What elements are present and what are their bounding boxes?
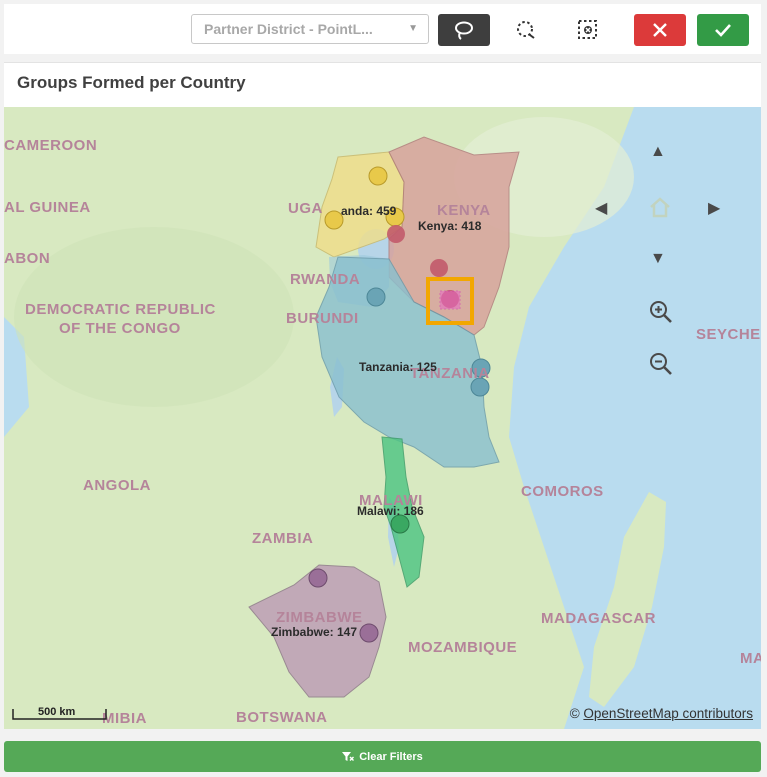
copyright-symbol: © <box>569 706 580 721</box>
country-label-madagascar: MADAGASCAR <box>541 610 656 627</box>
lasso-icon <box>455 21 473 40</box>
home-button[interactable] <box>648 196 672 223</box>
clear-selection-button[interactable] <box>562 14 614 46</box>
pan-right-button[interactable]: ▶ <box>708 198 720 218</box>
country-label-rwanda: RWANDA <box>290 271 361 288</box>
field-select-dropdown[interactable]: Partner District - PointL... ▼ <box>191 14 429 44</box>
zoom-out-button[interactable] <box>648 351 674 382</box>
data-label-uganda: anda: 459 <box>341 204 397 218</box>
country-label-botswana: BOTSWANA <box>236 709 328 726</box>
chevron-down-icon: ▼ <box>408 23 418 34</box>
osm-attribution-link[interactable]: OpenStreetMap contributors <box>583 706 753 721</box>
scale-bar: 500 km <box>12 706 107 721</box>
country-label-angola: ANGOLA <box>83 477 151 494</box>
home-icon <box>650 197 670 218</box>
pan-left-button[interactable]: ◀ <box>595 198 607 218</box>
pan-up-button[interactable]: ▲ <box>650 143 666 161</box>
lasso-select-button[interactable] <box>438 14 490 46</box>
country-label-kenya: KENYA <box>437 202 491 219</box>
data-label-malawi: Malawi: 186 <box>357 504 424 518</box>
country-label-guinea: AL GUINEA <box>4 199 91 216</box>
country-label-cameroon: CAMEROON <box>4 137 98 154</box>
country-label-zambia: ZAMBIA <box>252 530 314 547</box>
country-label-comoros: COMOROS <box>521 483 604 500</box>
dotted-circle-icon <box>517 21 535 39</box>
confirm-button[interactable] <box>697 14 749 46</box>
country-label-mozambique: MOZAMBIQUE <box>408 639 518 656</box>
checkmark-icon <box>715 24 731 37</box>
close-icon <box>653 23 667 37</box>
filter-clear-icon <box>342 751 355 761</box>
data-label-kenya: Kenya: 418 <box>418 219 482 233</box>
country-label-namibia: MIBIA <box>102 710 147 727</box>
pan-down-button[interactable]: ▼ <box>650 250 666 268</box>
country-label-uganda: UGA <box>288 200 323 217</box>
selection-toolbar: Partner District - PointL... ▼ <box>4 4 761 54</box>
country-label-seychelles: SEYCHE <box>696 326 761 343</box>
country-label-zimbabwe: ZIMBABWE <box>276 609 363 626</box>
clear-filters-button[interactable]: Clear Filters <box>4 741 761 772</box>
zoom-in-icon <box>650 301 672 323</box>
map-attribution: © OpenStreetMap contributors <box>570 706 753 721</box>
data-label-zimbabwe: Zimbabwe: 147 <box>271 625 358 639</box>
map-viewport[interactable]: CAMEROON AL GUINEA ABON DEMOCRATIC REPUB… <box>4 107 761 729</box>
panel-title: Groups Formed per Country <box>17 73 246 92</box>
clear-filters-label: Clear Filters <box>359 750 423 763</box>
country-label-gabon: ABON <box>4 250 51 267</box>
map-panel: Groups Formed per Country CAMEROON AL GU… <box>4 62 761 729</box>
data-label-tanzania: Tanzania: 125 <box>359 360 437 374</box>
country-label-drc-1: DEMOCRATIC REPUBLIC <box>25 301 216 318</box>
scale-label: 500 km <box>38 706 76 718</box>
country-label-ma: MA <box>740 650 761 667</box>
country-label-drc-2: OF THE CONGO <box>59 320 181 337</box>
cancel-button[interactable] <box>634 14 686 46</box>
zoom-in-button[interactable] <box>648 299 674 330</box>
field-select-value: Partner District - PointL... <box>204 21 373 37</box>
circle-select-button[interactable] <box>500 14 552 46</box>
country-label-burundi: BURUNDI <box>286 310 359 327</box>
clear-selection-icon <box>578 20 597 39</box>
zoom-out-icon <box>650 353 672 375</box>
